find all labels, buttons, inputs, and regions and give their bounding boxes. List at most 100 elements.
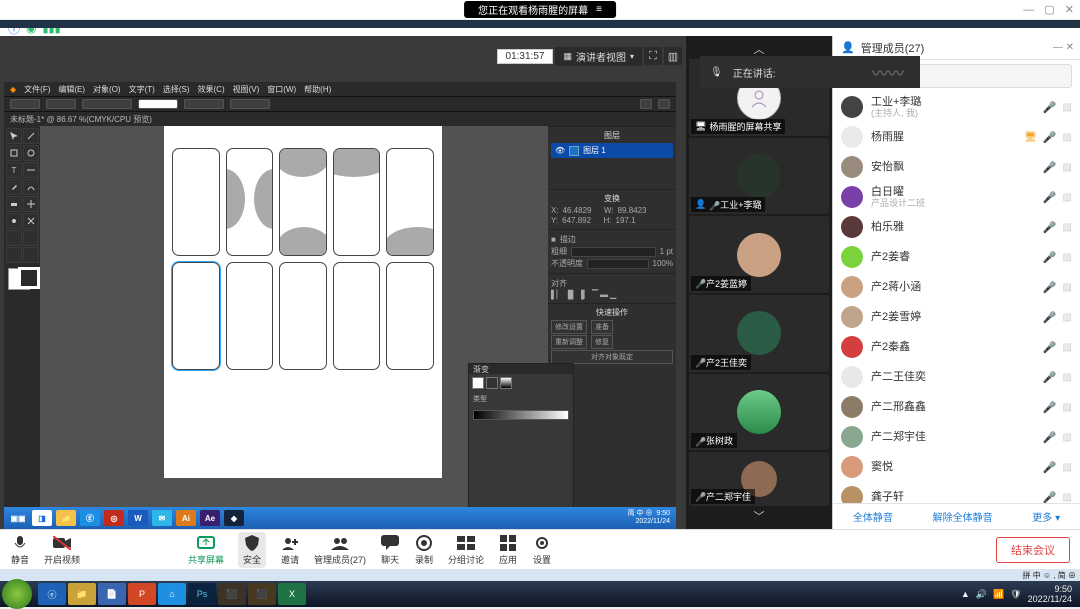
tool[interactable]: [23, 162, 39, 178]
tool[interactable]: [23, 145, 39, 161]
menu-item[interactable]: 帮助(H): [304, 84, 331, 95]
opt-chip[interactable]: [658, 99, 670, 109]
taskbar-app[interactable]: ⬛: [218, 583, 246, 605]
video-tile[interactable]: 🎤产二郑宇佳: [689, 452, 829, 506]
taskbar-app[interactable]: 📁: [68, 583, 96, 605]
participant-row[interactable]: 杨雨腥🖥🎤▨: [833, 122, 1080, 152]
participant-row[interactable]: 白日曜产品设计二班🎤▨: [833, 182, 1080, 212]
phone-outline[interactable]: [333, 148, 381, 256]
remote-app-icon[interactable]: Ai: [176, 510, 196, 526]
mute-button[interactable]: 静音: [10, 534, 30, 566]
participant-row[interactable]: 产二郑宇佳🎤▨: [833, 422, 1080, 452]
remote-app-icon[interactable]: ◎: [104, 510, 124, 526]
layers-panel[interactable]: 图层 👁 图层 1: [548, 126, 676, 189]
taskbar-app[interactable]: 📄: [98, 583, 126, 605]
taskbar-app[interactable]: ⓔ: [38, 583, 66, 605]
participant-row[interactable]: 安怡飘🎤▨: [833, 152, 1080, 182]
phone-outline[interactable]: [386, 262, 434, 370]
invite-button[interactable]: 邀请: [280, 534, 300, 566]
taskbar-app[interactable]: ⌂: [158, 583, 186, 605]
video-nav-up[interactable]: ︿: [689, 40, 829, 57]
video-tile[interactable]: 👤🎤工业+李璐: [689, 138, 829, 215]
stroke-swatch[interactable]: [18, 267, 40, 289]
start-button[interactable]: [2, 579, 32, 609]
tool[interactable]: [23, 213, 39, 229]
stroke-panel[interactable]: ■描边 粗细1 pt 不透明度100%: [548, 229, 676, 273]
security-button[interactable]: 安全: [238, 532, 266, 568]
apps-button[interactable]: 应用: [498, 534, 518, 566]
tool[interactable]: [23, 128, 39, 144]
unmute-all-button[interactable]: 解除全体静音: [933, 509, 993, 524]
opt-chip[interactable]: [82, 99, 132, 109]
opt-chip[interactable]: [640, 99, 652, 109]
panel-close-icon[interactable]: — ✕: [1053, 42, 1074, 53]
participant-row[interactable]: 柏乐雅🎤▨: [833, 212, 1080, 242]
tool[interactable]: [23, 230, 39, 246]
taskbar-clock[interactable]: 9:50 2022/11/24: [1028, 584, 1072, 604]
video-button[interactable]: 开启视频: [44, 534, 80, 566]
remote-app-icon[interactable]: Ⓔ: [80, 510, 100, 526]
participants-list[interactable]: 工业+李璐(主持人, 我)🎤▨杨雨腥🖥🎤▨安怡飘🎤▨白日曜产品设计二班🎤▨柏乐雅…: [833, 92, 1080, 503]
participant-row[interactable]: 龚子轩🎤▨: [833, 482, 1080, 503]
remote-app-icon[interactable]: W: [128, 510, 148, 526]
manage-members-button[interactable]: 管理成员(27): [314, 534, 366, 566]
phone-outline[interactable]: [386, 148, 434, 256]
menu-item[interactable]: 文字(T): [129, 84, 155, 95]
minimize-icon[interactable]: —: [1023, 4, 1034, 16]
tool[interactable]: [6, 128, 22, 144]
tool[interactable]: [6, 179, 22, 195]
menu-item[interactable]: 效果(C): [198, 84, 225, 95]
fullscreen-icon[interactable]: ⛶: [644, 47, 662, 65]
opt-chip[interactable]: [46, 99, 76, 109]
participant-row[interactable]: 产二王佳奕🎤▨: [833, 362, 1080, 392]
tray-icon[interactable]: 🔊: [976, 589, 987, 600]
layout-icon[interactable]: ▥: [664, 47, 682, 65]
tool[interactable]: [23, 196, 39, 212]
tool[interactable]: [23, 247, 39, 263]
opt-chip[interactable]: [230, 99, 270, 109]
phone-outline[interactable]: [333, 262, 381, 370]
menu-item[interactable]: 选择(S): [163, 84, 190, 95]
taskbar-app[interactable]: ⬛: [248, 583, 276, 605]
opt-chip[interactable]: [184, 99, 224, 109]
remote-app-icon[interactable]: ◆: [224, 510, 244, 526]
menu-item[interactable]: 文件(F): [24, 84, 50, 95]
breakout-button[interactable]: 分组讨论: [448, 534, 484, 566]
tool[interactable]: [6, 196, 22, 212]
phone-outline[interactable]: [172, 148, 220, 256]
participant-row[interactable]: 产2姜雪婷🎤▨: [833, 302, 1080, 332]
video-tile[interactable]: 🎤产2王佳奕: [689, 295, 829, 372]
tool[interactable]: [6, 145, 22, 161]
menu-item[interactable]: 编辑(E): [58, 84, 85, 95]
remote-app-icon[interactable]: ✉: [152, 510, 172, 526]
phone-outline[interactable]: [226, 262, 274, 370]
participant-row[interactable]: 窦悦🎤▨: [833, 452, 1080, 482]
remote-app-icon[interactable]: ◨: [32, 510, 52, 526]
remote-app-icon[interactable]: 📁: [56, 510, 76, 526]
chat-button[interactable]: 聊天: [380, 534, 400, 566]
taskbar-app[interactable]: X: [278, 583, 306, 605]
phone-outline[interactable]: [226, 148, 274, 256]
phone-outline[interactable]: [279, 262, 327, 370]
video-tile[interactable]: 🎤产2姜蓝婷: [689, 216, 829, 293]
end-meeting-button[interactable]: 结束会议: [996, 537, 1070, 563]
mute-all-button[interactable]: 全体静音: [853, 509, 893, 524]
more-button[interactable]: 更多 ▾: [1032, 509, 1060, 524]
remote-app-icon[interactable]: ▣▣: [8, 510, 28, 526]
opt-chip[interactable]: [138, 99, 178, 109]
menu-item[interactable]: 对象(O): [93, 84, 121, 95]
sharing-banner-menu-icon[interactable]: ≡: [596, 4, 602, 15]
quick-actions-panel[interactable]: 快速操作 修改设置准备 重新调整修复 对齐对象既定: [548, 303, 676, 368]
tool[interactable]: [6, 230, 22, 246]
participant-row[interactable]: 产2蒋小涵🎤▨: [833, 272, 1080, 302]
participant-row[interactable]: 产2姜睿🎤▨: [833, 242, 1080, 272]
menu-item[interactable]: 视图(V): [233, 84, 260, 95]
maximize-icon[interactable]: ▢: [1044, 3, 1054, 16]
align-panel[interactable]: 对齐 ▌▏▐▌▐▏▔▬▁: [548, 273, 676, 303]
view-mode-selector[interactable]: ▦ 演讲者视图 ▾: [555, 47, 642, 66]
tool[interactable]: [6, 213, 22, 229]
participant-row[interactable]: 产2秦鑫🎤▨: [833, 332, 1080, 362]
share-screen-button[interactable]: 共享屏幕: [188, 534, 224, 566]
participant-row[interactable]: 工业+李璐(主持人, 我)🎤▨: [833, 92, 1080, 122]
tool[interactable]: [6, 247, 22, 263]
